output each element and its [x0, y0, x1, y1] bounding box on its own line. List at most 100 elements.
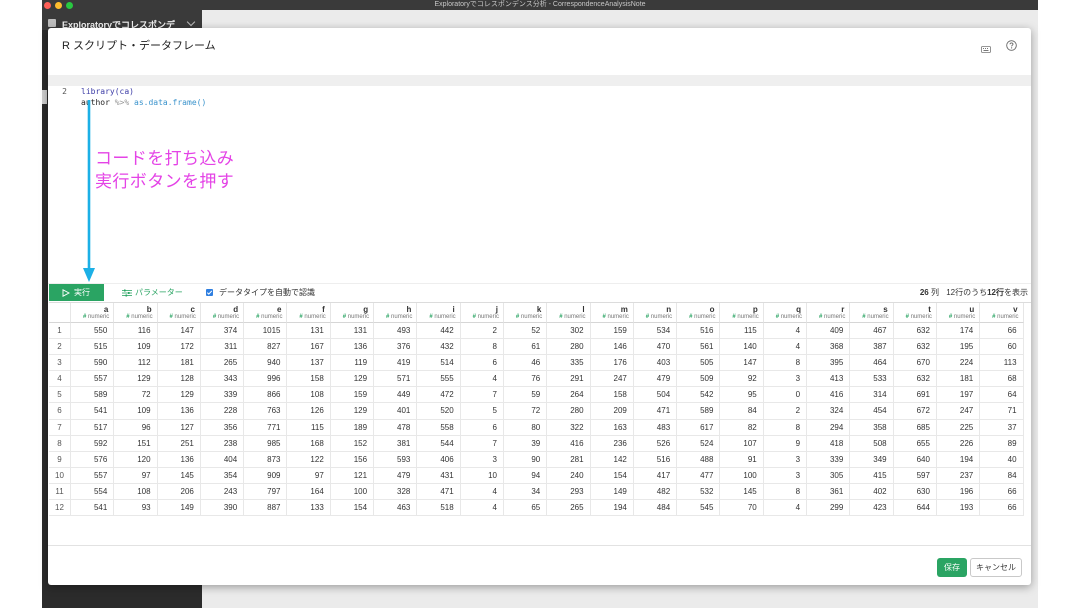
table-cell: 156 [330, 451, 375, 468]
table-cell: 66 [980, 323, 1024, 340]
table-cell: 127 [157, 419, 201, 436]
table-cell: 96 [114, 419, 158, 436]
column-type: # numeric [862, 314, 888, 320]
table-cell: 265 [200, 355, 245, 372]
auto-detect-type-checkbox[interactable] [206, 289, 213, 296]
table-cell: 431 [417, 467, 461, 484]
column-header-o[interactable]: o # numeric [677, 303, 721, 323]
table-cell: 691 [893, 387, 937, 404]
save-button[interactable]: 保存 [937, 558, 967, 577]
table-cell: 299 [807, 500, 851, 517]
column-header-t[interactable]: t # numeric [893, 303, 937, 323]
table-cell: 413 [807, 371, 851, 388]
column-type: # numeric [732, 314, 758, 320]
table-cell: 505 [677, 355, 721, 372]
column-header-j[interactable]: j # numeric [460, 303, 504, 323]
table-cell: 482 [633, 483, 678, 501]
column-header-r[interactable]: r # numeric [807, 303, 851, 323]
column-type-label: numeric [779, 314, 803, 320]
table-cell: 589 [71, 387, 115, 404]
table-cell: 416 [547, 435, 591, 452]
column-header-m[interactable]: m # numeric [590, 303, 634, 323]
run-button[interactable]: 実行 [49, 284, 104, 301]
column-type-label: numeric [649, 314, 673, 320]
table-cell: 488 [677, 451, 721, 468]
table-cell: 133 [287, 500, 331, 517]
sliders-icon [122, 289, 132, 296]
table-cell: 493 [374, 323, 418, 340]
table-cell: 136 [157, 451, 201, 468]
chevron-down-icon[interactable] [186, 17, 196, 27]
column-header-k[interactable]: k # numeric [503, 303, 548, 323]
column-header-s[interactable]: s # numeric [850, 303, 894, 323]
table-cell: 322 [547, 419, 591, 436]
row-number: 5 [49, 387, 71, 404]
table-cell: 484 [633, 500, 678, 517]
column-type-label: numeric [389, 314, 413, 320]
column-header-h[interactable]: h # numeric [374, 303, 418, 323]
column-name: v [1013, 305, 1018, 314]
keyboard-icon[interactable] [981, 40, 991, 58]
table-cell: 343 [200, 371, 245, 388]
project-tab[interactable]: Exploratoryでコレスポンデ [42, 10, 202, 30]
column-header-q[interactable]: q # numeric [763, 303, 808, 323]
column-header-b[interactable]: b # numeric [114, 303, 158, 323]
table-cell: 406 [417, 451, 461, 468]
table-cell: 554 [71, 483, 115, 501]
column-header-p[interactable]: p # numeric [720, 303, 764, 323]
table-cell: 112 [114, 355, 158, 372]
table-cell: 251 [157, 435, 201, 452]
table-cell: 590 [71, 355, 115, 372]
table-cell: 545 [677, 500, 721, 517]
data-preview-table[interactable]: a # numeric b # numeric c # numeric d # numeric… [49, 302, 1031, 518]
code-text: author %>% as.data.frame() [81, 97, 206, 108]
table-cell: 368 [807, 339, 851, 356]
table-cell: 544 [417, 435, 461, 452]
column-type: # numeric [603, 314, 629, 320]
column-type: # numeric [343, 314, 369, 320]
table-cell: 515 [71, 339, 115, 356]
help-icon[interactable] [1006, 38, 1017, 56]
table-cell: 324 [807, 403, 851, 420]
table-cell: 1015 [244, 323, 288, 340]
code-line-1[interactable]: 1 library(ca) [48, 64, 1031, 96]
column-header-v[interactable]: v # numeric [980, 303, 1024, 323]
column-header-i[interactable]: i # numeric [417, 303, 461, 323]
table-cell: 146 [590, 339, 634, 356]
code-line-2[interactable]: 2 author %>% as.data.frame() [48, 75, 1031, 107]
column-type: # numeric [992, 314, 1018, 320]
column-header-g[interactable]: g # numeric [330, 303, 375, 323]
column-header-n[interactable]: n # numeric [633, 303, 678, 323]
table-cell: 107 [720, 435, 764, 452]
code-token: %>% [114, 98, 130, 107]
table-cell: 3 [460, 451, 504, 468]
column-header-f[interactable]: f # numeric [287, 303, 331, 323]
column-header-e[interactable]: e # numeric [244, 303, 288, 323]
table-cell: 280 [547, 339, 591, 356]
table-cell: 197 [936, 387, 981, 404]
table-cell: 97 [287, 467, 331, 484]
column-header-u[interactable]: u # numeric [936, 303, 981, 323]
column-type-label: numeric [692, 314, 716, 320]
column-header-a[interactable]: a # numeric [71, 303, 115, 323]
column-header-c[interactable]: c # numeric [157, 303, 201, 323]
column-type-label: numeric [302, 314, 326, 320]
table-cell: 517 [71, 419, 115, 436]
table-cell: 121 [330, 467, 375, 484]
sidebar-scroll-indicator[interactable] [42, 90, 47, 104]
table-cell: 60 [980, 339, 1024, 356]
table-cell: 76 [503, 371, 548, 388]
column-header-d[interactable]: d # numeric [200, 303, 245, 323]
table-cell: 478 [374, 419, 418, 436]
table-cell: 483 [633, 419, 678, 436]
table-cell: 145 [720, 483, 764, 501]
table-cell: 423 [850, 500, 894, 517]
row-number: 1 [49, 323, 71, 340]
column-type-label: numeric [86, 314, 110, 320]
annotation-text-line-1: コードを打ち込み [95, 149, 235, 169]
column-header-l[interactable]: l # numeric [547, 303, 591, 323]
table-cell: 136 [157, 403, 201, 420]
cancel-button[interactable]: キャンセル [970, 558, 1022, 577]
auto-detect-type-label[interactable]: データタイプを自動で認識 [219, 284, 315, 301]
table-cell: 158 [287, 371, 331, 388]
